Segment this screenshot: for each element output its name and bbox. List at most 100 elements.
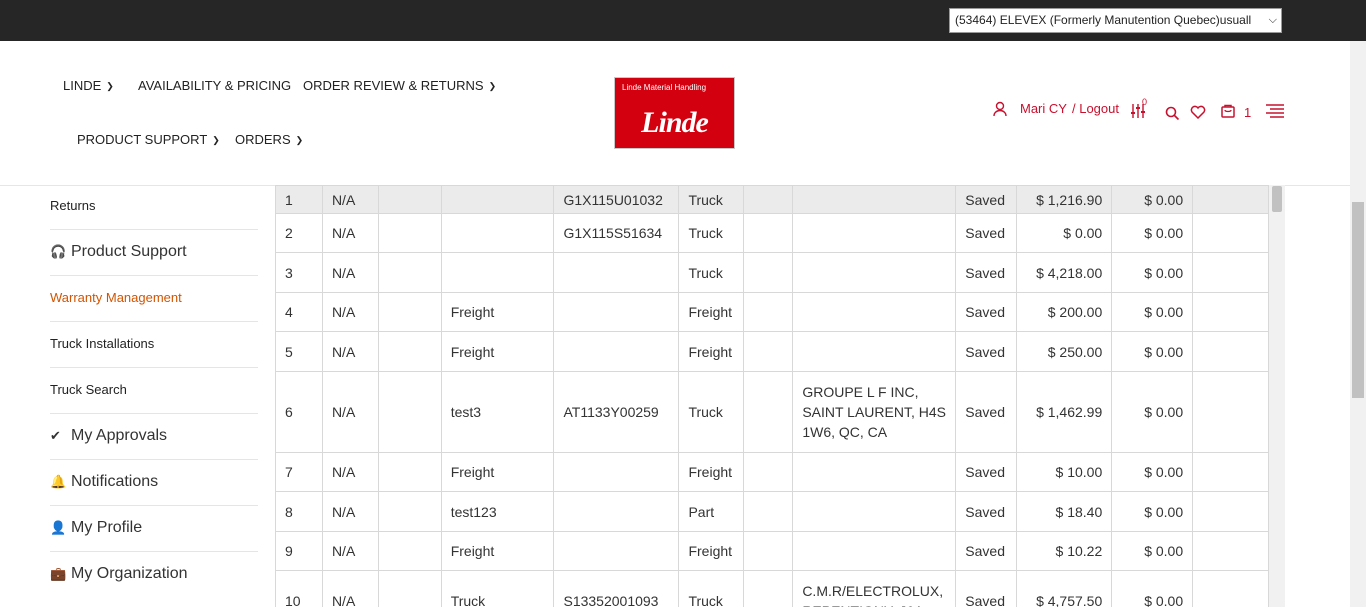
table-cell	[377, 292, 442, 332]
table-cell: $ 4,218.00	[1016, 252, 1113, 293]
table-cell: N/A	[321, 452, 379, 492]
table-cell	[553, 292, 680, 332]
table-cell	[743, 252, 794, 293]
table-cell: Saved	[955, 491, 1018, 532]
table-cell: Truck	[678, 252, 745, 293]
sidebar-item-label: My Organization	[71, 565, 188, 582]
table-row[interactable]: 3 N/A Truck Saved $ 4,218.00 $ 0.00	[275, 252, 1269, 293]
briefcase-icon: 💼	[50, 566, 67, 581]
table-cell	[1192, 371, 1269, 453]
table-row[interactable]: 10 N/A Truck S13352001093 Truck C.M.R/ELECTRO…	[275, 570, 1269, 607]
table-row[interactable]: 8 N/A test123 Part Saved $ 18.40 $ 0.00	[275, 491, 1269, 532]
top-bar: (53464) ELEVEX (Formerly Manutention Que…	[0, 0, 1366, 41]
sidebar-item-my-approvals[interactable]: ✔ My Approvals	[50, 414, 258, 460]
table-cell: Truck	[678, 213, 745, 253]
table-row[interactable]: 4 N/A Freight Freight Saved $ 200.00 $ 0.00	[275, 292, 1269, 332]
table-cell	[743, 292, 794, 332]
table-cell: Truck	[440, 570, 555, 607]
table-cell: Saved	[955, 570, 1018, 607]
table-cell	[377, 371, 442, 453]
table-cell	[792, 213, 957, 253]
claims-table-container: 1 N/A G1X115U01032 Truck Saved $ 1,216.90 $ 0.…	[275, 185, 1269, 607]
nav-product-support[interactable]: PRODUCT SUPPORT ❯	[77, 132, 220, 147]
sidebar-item-my-organization[interactable]: 💼 My Organization	[50, 552, 258, 597]
table-cell: N/A	[321, 491, 379, 532]
table-cell: Saved	[955, 531, 1018, 571]
table-cell: G1X115S51634	[553, 213, 680, 253]
table-cell	[1192, 570, 1269, 607]
bell-icon: 🔔	[50, 474, 67, 489]
sidebar-item-label: Truck Installations	[50, 336, 155, 351]
table-row[interactable]: 6 N/A test3 AT1133Y00259 Truck GROUPE L F INC…	[275, 371, 1269, 453]
table-cell: $ 1,462.99	[1016, 371, 1113, 453]
sidebar-item-label: My Profile	[71, 519, 143, 536]
table-cell: Freight	[440, 292, 555, 332]
table-cell: Freight	[678, 531, 745, 571]
table-cell	[1192, 292, 1269, 332]
table-cell	[743, 491, 794, 532]
site-header: LINDE ❯ AVAILABILITY & PRICING ORDER REVI…	[0, 41, 1350, 186]
sidebar-item-truck-installations[interactable]: Truck Installations	[50, 322, 258, 368]
table-row[interactable]: 1 N/A G1X115U01032 Truck Saved $ 1,216.90 $ 0.…	[275, 185, 1269, 214]
cart-icon[interactable]	[1220, 103, 1236, 119]
table-cell	[377, 452, 442, 492]
table-cell: N/A	[321, 252, 379, 293]
claims-table: 1 N/A G1X115U01032 Truck Saved $ 1,216.90 $ 0.…	[275, 185, 1269, 607]
nav-availability-pricing[interactable]: AVAILABILITY & PRICING	[138, 78, 291, 93]
table-row[interactable]: 2 N/A G1X115S51634 Truck Saved $ 0.00 $ 0.00	[275, 213, 1269, 253]
heart-icon[interactable]	[1190, 104, 1206, 119]
sidebar-item-label: Product Support	[71, 243, 187, 260]
menu-icon[interactable]	[1265, 104, 1285, 118]
nav-linde[interactable]: LINDE ❯	[63, 78, 114, 93]
table-cell: $ 200.00	[1016, 292, 1113, 332]
table-cell	[792, 452, 957, 492]
table-cell	[377, 252, 442, 293]
table-cell: Freight	[440, 531, 555, 571]
sidebar-item-returns[interactable]: Returns	[50, 186, 258, 230]
table-cell	[553, 491, 680, 532]
sidebar-item-product-support[interactable]: 🎧 Product Support	[50, 230, 258, 276]
table-cell: $ 0.00	[1111, 531, 1194, 571]
search-icon[interactable]	[1165, 106, 1180, 121]
table-cell: $ 0.00	[1111, 371, 1194, 453]
table-scrollbar[interactable]	[1269, 185, 1285, 607]
table-cell	[440, 252, 555, 293]
user-name-link[interactable]: Mari CY	[1020, 101, 1067, 116]
sidebar-item-notifications[interactable]: 🔔 Notifications	[50, 460, 258, 506]
table-cell: Freight	[440, 331, 555, 372]
account-select[interactable]: (53464) ELEVEX (Formerly Manutention Que…	[949, 8, 1282, 33]
table-row[interactable]: 7 N/A Freight Freight Saved $ 10.00 $ 0.00	[275, 452, 1269, 492]
compare-count: 0	[1142, 97, 1148, 107]
table-cell: $ 0.00	[1111, 292, 1194, 332]
linde-logo[interactable]: Linde Material Handling Linde	[614, 77, 735, 149]
table-cell: G1X115U01032	[553, 185, 680, 214]
page-scrollbar-thumb[interactable]	[1352, 202, 1364, 398]
table-cell: 8	[275, 491, 323, 532]
table-cell: Saved	[955, 185, 1018, 214]
sidebar-item-truck-search[interactable]: Truck Search	[50, 368, 258, 414]
table-cell: $ 0.00	[1111, 452, 1194, 492]
table-cell	[792, 185, 957, 214]
table-cell	[1192, 491, 1269, 532]
table-scrollbar-thumb[interactable]	[1272, 186, 1282, 212]
table-cell	[792, 252, 957, 293]
nav-order-review-returns[interactable]: ORDER REVIEW & RETURNS ❯	[303, 78, 496, 93]
table-row[interactable]: 9 N/A Freight Freight Saved $ 10.22 $ 0.00	[275, 531, 1269, 571]
table-cell: 5	[275, 331, 323, 372]
chevron-down-icon: ❯	[106, 81, 114, 91]
nav-orders[interactable]: ORDERS ❯	[235, 132, 303, 147]
sidebar-item-my-profile[interactable]: 👤 My Profile	[50, 506, 258, 552]
table-cell	[792, 331, 957, 372]
table-cell: N/A	[321, 292, 379, 332]
table-cell	[1192, 213, 1269, 253]
table-row[interactable]: 5 N/A Freight Freight Saved $ 250.00 $ 0.00	[275, 331, 1269, 372]
table-cell: $ 0.00	[1111, 331, 1194, 372]
table-cell	[792, 531, 957, 571]
table-cell	[553, 531, 680, 571]
logout-link[interactable]: / Logout	[1072, 101, 1119, 116]
table-cell	[1192, 531, 1269, 571]
table-cell: $ 0.00	[1111, 491, 1194, 532]
user-icon[interactable]	[993, 101, 1009, 117]
table-cell	[792, 491, 957, 532]
sidebar-item-warranty-management[interactable]: Warranty Management	[50, 276, 258, 322]
